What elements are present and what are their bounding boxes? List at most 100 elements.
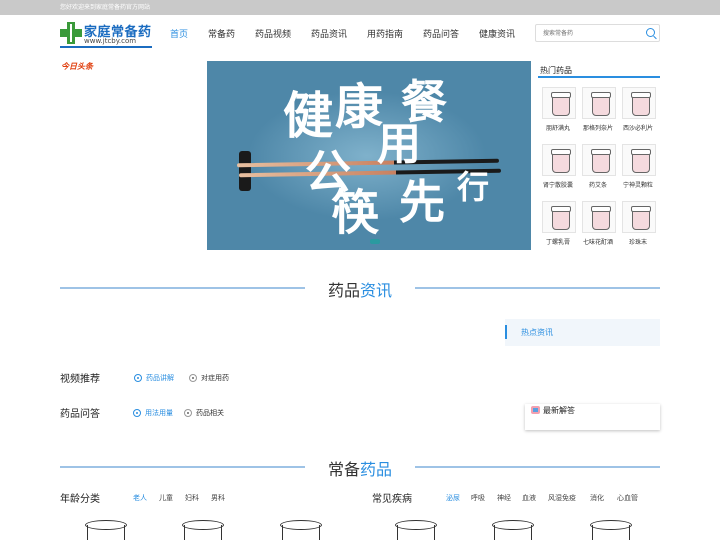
banner-char: 健 bbox=[283, 87, 333, 145]
top-bar: 您好欢迎来到家庭常备药官方网站 bbox=[0, 0, 720, 15]
drug-jar-image[interactable] bbox=[85, 518, 127, 540]
hot-drugs-panel: 热门药品 朋舒满丸 那格列奈片 西沙必利片 肾宁散胶囊 药艾条 宁神灵颗粒 丁螺… bbox=[538, 61, 660, 250]
disease-category-title: 常见疾病 bbox=[372, 494, 412, 505]
drug-image bbox=[582, 144, 616, 176]
drug-card[interactable]: 七味花酊酒 bbox=[580, 201, 616, 249]
question-icon bbox=[133, 409, 141, 417]
drug-image bbox=[542, 144, 576, 176]
header: 家庭常备药 www.jtcby.com 首页 常备药 药品视频 药品资讯 用药指… bbox=[0, 15, 720, 53]
disease-tab-rheumatism[interactable]: 风湿免疫 bbox=[548, 493, 576, 503]
hot-drugs-rule bbox=[538, 76, 660, 78]
drug-card[interactable]: 肾宁散胶囊 bbox=[540, 144, 576, 192]
medical-cross-icon bbox=[60, 22, 82, 44]
nav-item-medication-guide[interactable]: 用药指南 bbox=[367, 27, 403, 40]
tab-label: 对症用药 bbox=[201, 374, 229, 382]
disease-tab-nervous[interactable]: 神经 bbox=[497, 493, 511, 503]
disease-tab-urinary[interactable]: 泌尿 bbox=[446, 493, 460, 503]
tab-usage-dosage[interactable]: 用法用量 bbox=[133, 408, 173, 418]
drug-image bbox=[582, 201, 616, 233]
drug-card[interactable]: 药艾条 bbox=[580, 144, 616, 192]
question-icon bbox=[184, 409, 192, 417]
drug-card[interactable]: 宁神灵颗粒 bbox=[620, 144, 656, 192]
banner-char: 用 bbox=[377, 119, 421, 170]
age-category-title: 年龄分类 bbox=[60, 494, 100, 505]
drug-image bbox=[622, 87, 656, 119]
age-tab-gynecology[interactable]: 妇科 bbox=[185, 493, 199, 503]
tab-label: 用法用量 bbox=[145, 409, 173, 417]
drug-jar-image[interactable] bbox=[280, 518, 322, 540]
section-title-accent: 药品 bbox=[360, 460, 393, 479]
tab-drug-related[interactable]: 药品相关 bbox=[184, 408, 224, 418]
section-divider bbox=[415, 287, 660, 289]
disease-tab-cardiovascular[interactable]: 心血管 bbox=[617, 493, 638, 503]
drug-name: 珍珠末 bbox=[628, 239, 647, 246]
search-input[interactable] bbox=[536, 25, 646, 41]
age-tab-andrology[interactable]: 男科 bbox=[211, 493, 225, 503]
drug-image bbox=[622, 201, 656, 233]
section-title: 药品资讯 bbox=[60, 277, 660, 301]
banner-char: 行 bbox=[457, 168, 490, 206]
hot-news-label: 热点资讯 bbox=[521, 328, 553, 337]
drug-jar-image[interactable] bbox=[182, 518, 224, 540]
search-icon[interactable] bbox=[646, 28, 655, 37]
chopstick-rest bbox=[239, 151, 251, 191]
drug-card[interactable]: 那格列奈片 bbox=[580, 87, 616, 135]
drug-card[interactable]: 朋舒满丸 bbox=[540, 87, 576, 135]
hot-drugs-title: 热门药品 bbox=[540, 66, 572, 75]
welcome-text: 您好欢迎来到家庭常备药官方网站 bbox=[60, 4, 151, 11]
drug-card[interactable]: 丁螺乳膏 bbox=[540, 201, 576, 249]
banner-image[interactable]: 健 康 餐 用 公 筷 先 行 bbox=[207, 61, 531, 250]
nav-item-home[interactable]: 首页 bbox=[170, 27, 188, 40]
drug-jar-image[interactable] bbox=[590, 518, 632, 540]
banner-char: 康 bbox=[335, 79, 384, 135]
drug-image bbox=[582, 87, 616, 119]
disease-tab-blood[interactable]: 血液 bbox=[522, 493, 536, 503]
tab-label: 药品相关 bbox=[196, 409, 224, 417]
latest-answers-label: 最新解答 bbox=[543, 406, 575, 415]
section-header-news: 药品资讯 bbox=[60, 277, 660, 300]
nav-item-drug-videos[interactable]: 药品视频 bbox=[255, 27, 291, 40]
nav-item-drug-news[interactable]: 药品资讯 bbox=[311, 27, 347, 40]
hot-news-bar bbox=[505, 325, 507, 339]
headline-label[interactable]: 今日头条 bbox=[61, 61, 93, 72]
age-tab-elderly[interactable]: 老人 bbox=[133, 493, 147, 503]
site-logo[interactable]: 家庭常备药 www.jtcby.com bbox=[60, 21, 152, 49]
drug-image bbox=[542, 201, 576, 233]
drug-image bbox=[542, 87, 576, 119]
nav-item-drug-qa[interactable]: 药品问答 bbox=[423, 27, 459, 40]
tab-symptom-medication[interactable]: 对症用药 bbox=[189, 373, 229, 383]
video-section-title: 视频推荐 bbox=[60, 374, 100, 385]
section-header-common-drugs: 常备药品 bbox=[60, 456, 660, 479]
logo-url: www.jtcby.com bbox=[84, 37, 137, 45]
qa-section-title: 药品问答 bbox=[60, 409, 100, 420]
hot-news-tab[interactable]: 热点资讯 bbox=[505, 319, 660, 346]
section-title-accent: 资讯 bbox=[360, 281, 393, 300]
play-icon bbox=[134, 374, 142, 382]
age-tab-children[interactable]: 儿童 bbox=[159, 493, 173, 503]
drug-jar-image[interactable] bbox=[492, 518, 534, 540]
nav-item-common-drugs[interactable]: 常备药 bbox=[208, 27, 235, 40]
section-title-plain: 常备 bbox=[327, 460, 360, 479]
tab-drug-explanation[interactable]: 药品讲解 bbox=[134, 373, 174, 383]
banner-char: 先 bbox=[399, 175, 445, 229]
play-icon bbox=[189, 374, 197, 382]
drug-image bbox=[622, 144, 656, 176]
disease-tab-digestive[interactable]: 消化 bbox=[590, 493, 604, 503]
carousel-indicator[interactable] bbox=[370, 239, 380, 244]
drug-card[interactable]: 珍珠末 bbox=[620, 201, 656, 249]
tab-label: 药品讲解 bbox=[146, 374, 174, 382]
chat-icon bbox=[531, 406, 540, 414]
drug-jar-image[interactable] bbox=[395, 518, 437, 540]
drug-name: 宁神灵颗粒 bbox=[622, 182, 653, 189]
section-divider bbox=[415, 466, 660, 468]
section-title: 常备药品 bbox=[60, 456, 660, 480]
logo-underline bbox=[60, 46, 152, 48]
disease-tab-respiratory[interactable]: 呼吸 bbox=[471, 493, 485, 503]
search-box bbox=[535, 24, 660, 42]
nav-item-health-news[interactable]: 健康资讯 bbox=[479, 27, 515, 40]
latest-answers-panel[interactable]: 最新解答 bbox=[525, 404, 660, 430]
drug-name: 西沙必利片 bbox=[622, 125, 653, 132]
section-title-plain: 药品 bbox=[327, 281, 360, 300]
banner-char: 筷 bbox=[331, 185, 380, 241]
drug-card[interactable]: 西沙必利片 bbox=[620, 87, 656, 135]
